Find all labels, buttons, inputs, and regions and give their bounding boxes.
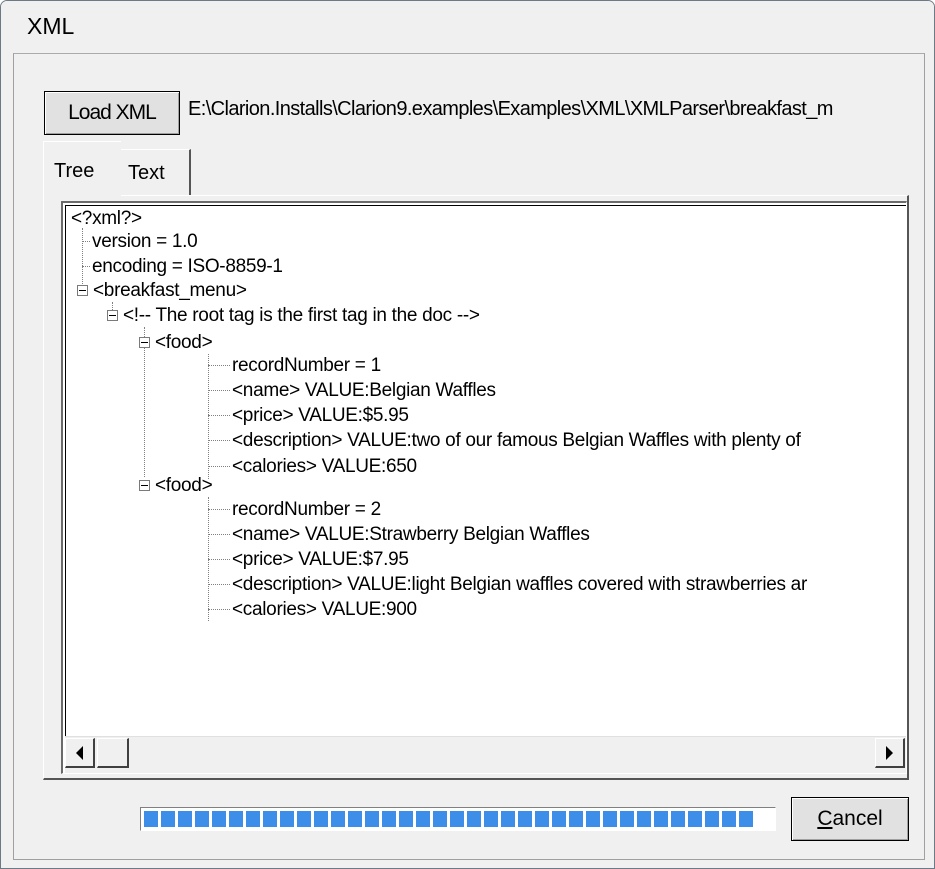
title-bar[interactable]: XML <box>1 1 934 53</box>
tree-line <box>208 466 230 467</box>
arrow-left-icon <box>76 745 83 760</box>
tree-line <box>208 415 230 416</box>
progress-fill <box>144 811 753 827</box>
tree-line <box>208 365 230 366</box>
cancel-accelerator: C <box>817 807 833 830</box>
tree-node-root[interactable]: <?xml?> <box>71 208 142 230</box>
scroll-left-button[interactable] <box>65 738 95 768</box>
tree-node-record[interactable]: recordNumber = 1 <box>232 355 381 377</box>
tab-tree-label: Tree <box>54 160 95 182</box>
tree-line <box>208 609 230 610</box>
tree-line <box>82 241 90 242</box>
arrow-right-icon <box>886 745 893 760</box>
tree-line <box>82 228 83 290</box>
xml-window: XML Load XML E:\Clarion.Installs\Clarion… <box>0 0 935 869</box>
scroll-thumb[interactable] <box>97 738 129 768</box>
tree-line <box>208 559 230 560</box>
tree-node-record[interactable]: recordNumber = 2 <box>232 499 381 521</box>
tree-node-encoding[interactable]: encoding = ISO-8859-1 <box>92 256 283 278</box>
tree-line <box>208 440 230 441</box>
tree-node-name[interactable]: <name> VALUE:Belgian Waffles <box>232 380 496 402</box>
scroll-right-button[interactable] <box>875 738 905 768</box>
tree-node-version[interactable]: version = 1.0 <box>92 231 198 253</box>
progress-bar <box>140 807 776 831</box>
tree-node-comment[interactable]: <!-- The root tag is the first tag in th… <box>123 305 480 327</box>
collapse-icon[interactable] <box>77 285 88 296</box>
tree-node-food[interactable]: <food> <box>155 332 213 354</box>
tree-line <box>208 354 209 479</box>
tree-content: <?xml?> version = 1.0 encoding = ISO-885… <box>65 205 906 736</box>
tree-line <box>144 327 145 477</box>
tree-node-food[interactable]: <food> <box>155 475 213 497</box>
file-path-label: E:\Clarion.Installs\Clarion9.examples\Ex… <box>188 98 833 120</box>
tab-text[interactable]: Text <box>119 149 191 195</box>
cancel-label: ancel <box>832 807 883 830</box>
tree-line <box>208 390 230 391</box>
collapse-icon[interactable] <box>107 310 118 321</box>
horizontal-scrollbar[interactable] <box>65 736 906 773</box>
tab-tree[interactable]: Tree <box>43 141 121 199</box>
tree-node-description[interactable]: <description> VALUE:two of our famous Be… <box>232 430 801 452</box>
window-title: XML <box>27 13 75 39</box>
tree-node-price[interactable]: <price> VALUE:$5.95 <box>232 405 409 427</box>
tree-node-breakfast-menu[interactable]: <breakfast_menu> <box>93 280 247 302</box>
xml-tree-view[interactable]: <?xml?> version = 1.0 encoding = ISO-885… <box>61 201 907 774</box>
tree-node-calories[interactable]: <calories> VALUE:900 <box>232 599 417 621</box>
tree-node-description[interactable]: <description> VALUE:light Belgian waffle… <box>232 574 807 596</box>
tree-line <box>208 509 230 510</box>
tree-line <box>82 266 90 267</box>
tree-line <box>208 584 230 585</box>
collapse-icon[interactable] <box>139 337 150 348</box>
tree-node-calories[interactable]: <calories> VALUE:650 <box>232 456 417 478</box>
cancel-button[interactable]: Cancel <box>791 797 909 841</box>
tree-node-price[interactable]: <price> VALUE:$7.95 <box>232 549 409 571</box>
tree-node-name[interactable]: <name> VALUE:Strawberry Belgian Waffles <box>232 524 590 546</box>
tab-text-label: Text <box>128 162 165 184</box>
collapse-icon[interactable] <box>139 480 150 491</box>
load-xml-button[interactable]: Load XML <box>44 91 180 135</box>
tree-line <box>208 534 230 535</box>
